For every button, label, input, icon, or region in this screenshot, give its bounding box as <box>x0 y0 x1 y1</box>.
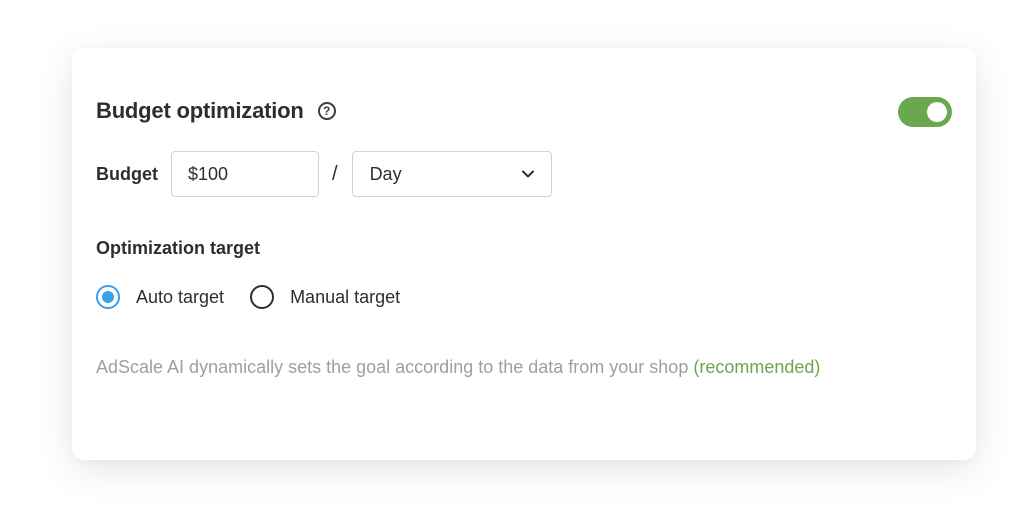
budget-period-select[interactable]: Day <box>351 151 552 197</box>
optimization-target-radio-group: Auto target Manual target <box>96 285 400 309</box>
budget-period-value: Day <box>369 163 402 184</box>
auto-target-option[interactable]: Auto target <box>96 285 224 309</box>
section-title: Budget optimization <box>96 98 304 123</box>
budget-separator: / <box>332 162 338 185</box>
manual-target-option[interactable]: Manual target <box>250 285 400 309</box>
manual-target-label: Manual target <box>290 286 401 307</box>
budget-label: Budget <box>96 163 158 184</box>
optimization-description: AdScale AI dynamically sets the goal acc… <box>96 357 820 378</box>
toggle-knob <box>927 102 947 122</box>
question-circle-icon[interactable]: ? <box>317 102 336 120</box>
recommended-label: (recommended) <box>693 357 821 377</box>
budget-row: Budget / Day <box>96 151 552 197</box>
auto-target-label: Auto target <box>136 286 225 307</box>
description-text: AdScale AI dynamically sets the goal acc… <box>96 357 689 377</box>
budget-amount-input[interactable] <box>171 151 319 197</box>
optimization-target-heading: Optimization target <box>96 238 261 258</box>
budget-optimization-toggle[interactable] <box>898 97 952 127</box>
budget-optimization-card: Budget optimization ? Budget / Day Optim… <box>72 48 976 460</box>
chevron-down-icon <box>521 170 534 178</box>
title-row: Budget optimization ? <box>96 98 336 124</box>
manual-target-radio[interactable] <box>250 285 275 309</box>
auto-target-radio[interactable] <box>96 285 120 309</box>
